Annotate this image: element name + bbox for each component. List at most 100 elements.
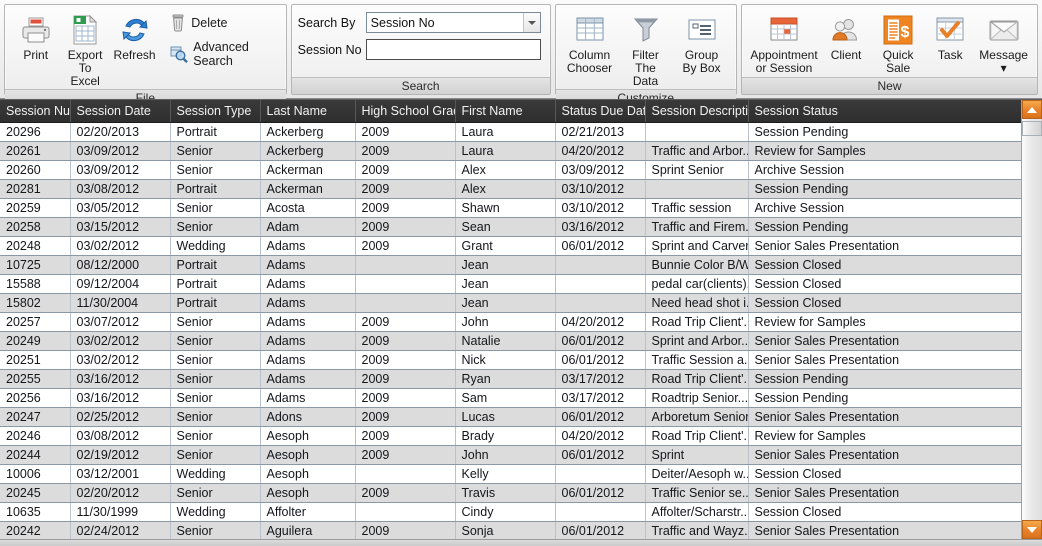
cell-status_due_date[interactable]: 06/01/2012	[555, 483, 646, 503]
column-header-session_date[interactable]: Session Date	[70, 100, 171, 123]
cell-session_descripti[interactable]: Traffic and Arbor...	[645, 141, 749, 161]
cell-high_school_grad[interactable]: 2009	[355, 350, 456, 370]
cell-last_name[interactable]: Ackerman	[260, 179, 356, 199]
cell-first_name[interactable]: Sonja	[455, 521, 556, 539]
cell-session_status[interactable]: Session Closed	[748, 293, 1021, 313]
cell-session_status[interactable]: Senior Sales Presentation	[748, 350, 1021, 370]
cell-session_nu[interactable]: 20251	[0, 350, 71, 370]
cell-session_type[interactable]: Senior	[170, 312, 261, 332]
cell-last_name[interactable]: Adams	[260, 369, 356, 389]
cell-high_school_grad[interactable]: 2009	[355, 483, 456, 503]
cell-session_descripti[interactable]: Sprint and Arbor...	[645, 331, 749, 351]
cell-session_descripti[interactable]	[645, 179, 749, 199]
cell-session_nu[interactable]: 20245	[0, 483, 71, 503]
cell-session_date[interactable]: 03/07/2012	[70, 312, 171, 332]
cell-high_school_grad[interactable]	[355, 502, 456, 522]
cell-status_due_date[interactable]: 04/20/2012	[555, 141, 646, 161]
cell-status_due_date[interactable]: 06/01/2012	[555, 331, 646, 351]
cell-first_name[interactable]: Travis	[455, 483, 556, 503]
cell-session_type[interactable]: Senior	[170, 198, 261, 218]
cell-first_name[interactable]: Jean	[455, 255, 556, 275]
cell-session_nu[interactable]: 15588	[0, 274, 71, 294]
cell-session_nu[interactable]: 20261	[0, 141, 71, 161]
cell-session_status[interactable]: Senior Sales Presentation	[748, 445, 1021, 465]
table-row[interactable]: 10006 03/12/2001 Wedding Aesoph Kelly Deiter/…	[0, 464, 1021, 484]
cell-high_school_grad[interactable]	[355, 255, 456, 275]
scrollbar-thumb[interactable]	[1022, 121, 1042, 136]
cell-high_school_grad[interactable]: 2009	[355, 388, 456, 408]
vertical-scrollbar[interactable]	[1021, 100, 1042, 539]
cell-last_name[interactable]: Aesoph	[260, 483, 356, 503]
search-by-combobox[interactable]: Session No	[365, 12, 541, 33]
cell-session_descripti[interactable]: Bunnie Color B/W	[645, 255, 749, 275]
table-row[interactable]: 20242 02/24/2012 Senior Aguilera 2009 Sonja 06…	[0, 521, 1021, 539]
cell-session_status[interactable]: Session Closed	[748, 274, 1021, 294]
cell-session_status[interactable]: Session Pending	[748, 122, 1021, 142]
table-row[interactable]: 15802 11/30/2004 Portrait Adams Jean Need hea…	[0, 293, 1021, 313]
column-header-session_nu[interactable]: Session Nu	[0, 100, 71, 123]
cell-last_name[interactable]: Adons	[260, 407, 356, 427]
cell-session_type[interactable]: Portrait	[170, 255, 261, 275]
cell-session_date[interactable]: 03/02/2012	[70, 350, 171, 370]
session-no-input[interactable]	[365, 39, 541, 60]
cell-high_school_grad[interactable]: 2009	[355, 426, 456, 446]
cell-session_type[interactable]: Senior	[170, 388, 261, 408]
cell-high_school_grad[interactable]	[355, 274, 456, 294]
cell-session_nu[interactable]: 20248	[0, 236, 71, 256]
table-row[interactable]: 20249 03/02/2012 Senior Adams 2009 Natalie 06/…	[0, 331, 1021, 351]
cell-session_type[interactable]: Wedding	[170, 464, 261, 484]
cell-session_descripti[interactable]: Arboretum Senior	[645, 407, 749, 427]
cell-session_date[interactable]: 02/20/2013	[70, 122, 171, 142]
cell-first_name[interactable]: Natalie	[455, 331, 556, 351]
cell-status_due_date[interactable]: 03/17/2012	[555, 369, 646, 389]
cell-session_status[interactable]: Senior Sales Presentation	[748, 407, 1021, 427]
table-row[interactable]: 20260 03/09/2012 Senior Ackerman 2009 Alex 03/…	[0, 160, 1021, 180]
cell-session_date[interactable]: 11/30/2004	[70, 293, 171, 313]
cell-session_date[interactable]: 03/05/2012	[70, 198, 171, 218]
cell-last_name[interactable]: Adams	[260, 274, 356, 294]
column-header-last_name[interactable]: Last Name	[260, 100, 356, 123]
cell-session_nu[interactable]: 20257	[0, 312, 71, 332]
cell-first_name[interactable]: Lucas	[455, 407, 556, 427]
cell-session_nu[interactable]: 20249	[0, 331, 71, 351]
scroll-up-button[interactable]	[1022, 100, 1042, 119]
column-chooser-button[interactable]: Column Chooser	[562, 9, 618, 76]
cell-last_name[interactable]: Adams	[260, 312, 356, 332]
cell-session_status[interactable]: Session Closed	[748, 255, 1021, 275]
cell-first_name[interactable]: Ryan	[455, 369, 556, 389]
cell-session_descripti[interactable]: Need head shot i...	[645, 293, 749, 313]
cell-session_date[interactable]: 03/08/2012	[70, 426, 171, 446]
table-row[interactable]: 20257 03/07/2012 Senior Adams 2009 John 04/20/…	[0, 312, 1021, 332]
cell-session_type[interactable]: Wedding	[170, 502, 261, 522]
table-row[interactable]: 20246 03/08/2012 Senior Aesoph 2009 Brady 04/2…	[0, 426, 1021, 446]
table-row[interactable]: 20256 03/16/2012 Senior Adams 2009 Sam 03/17/2…	[0, 388, 1021, 408]
cell-session_type[interactable]: Portrait	[170, 293, 261, 313]
chevron-down-icon[interactable]	[522, 13, 540, 32]
cell-last_name[interactable]: Aguilera	[260, 521, 356, 539]
cell-first_name[interactable]: John	[455, 312, 556, 332]
cell-last_name[interactable]: Adams	[260, 331, 356, 351]
column-header-session_type[interactable]: Session Type	[170, 100, 261, 123]
cell-session_status[interactable]: Review for Samples	[748, 426, 1021, 446]
cell-last_name[interactable]: Aesoph	[260, 426, 356, 446]
cell-status_due_date[interactable]	[555, 464, 646, 484]
cell-session_nu[interactable]: 20246	[0, 426, 71, 446]
cell-status_due_date[interactable]	[555, 502, 646, 522]
cell-high_school_grad[interactable]: 2009	[355, 331, 456, 351]
message-button[interactable]: Message ▾	[976, 9, 1031, 76]
cell-session_type[interactable]: Senior	[170, 407, 261, 427]
cell-session_nu[interactable]: 20258	[0, 217, 71, 237]
cell-session_status[interactable]: Archive Session	[748, 160, 1021, 180]
cell-session_descripti[interactable]: Sprint	[645, 445, 749, 465]
cell-session_date[interactable]: 09/12/2004	[70, 274, 171, 294]
cell-status_due_date[interactable]: 03/17/2012	[555, 388, 646, 408]
cell-session_type[interactable]: Portrait	[170, 179, 261, 199]
cell-session_nu[interactable]: 20255	[0, 369, 71, 389]
cell-high_school_grad[interactable]: 2009	[355, 521, 456, 539]
cell-session_type[interactable]: Senior	[170, 350, 261, 370]
table-row[interactable]: 20281 03/08/2012 Portrait Ackerman 2009 Alex 0…	[0, 179, 1021, 199]
cell-session_descripti[interactable]: Traffic Senior se...	[645, 483, 749, 503]
cell-session_nu[interactable]: 20281	[0, 179, 71, 199]
cell-status_due_date[interactable]: 03/10/2012	[555, 179, 646, 199]
cell-high_school_grad[interactable]: 2009	[355, 407, 456, 427]
